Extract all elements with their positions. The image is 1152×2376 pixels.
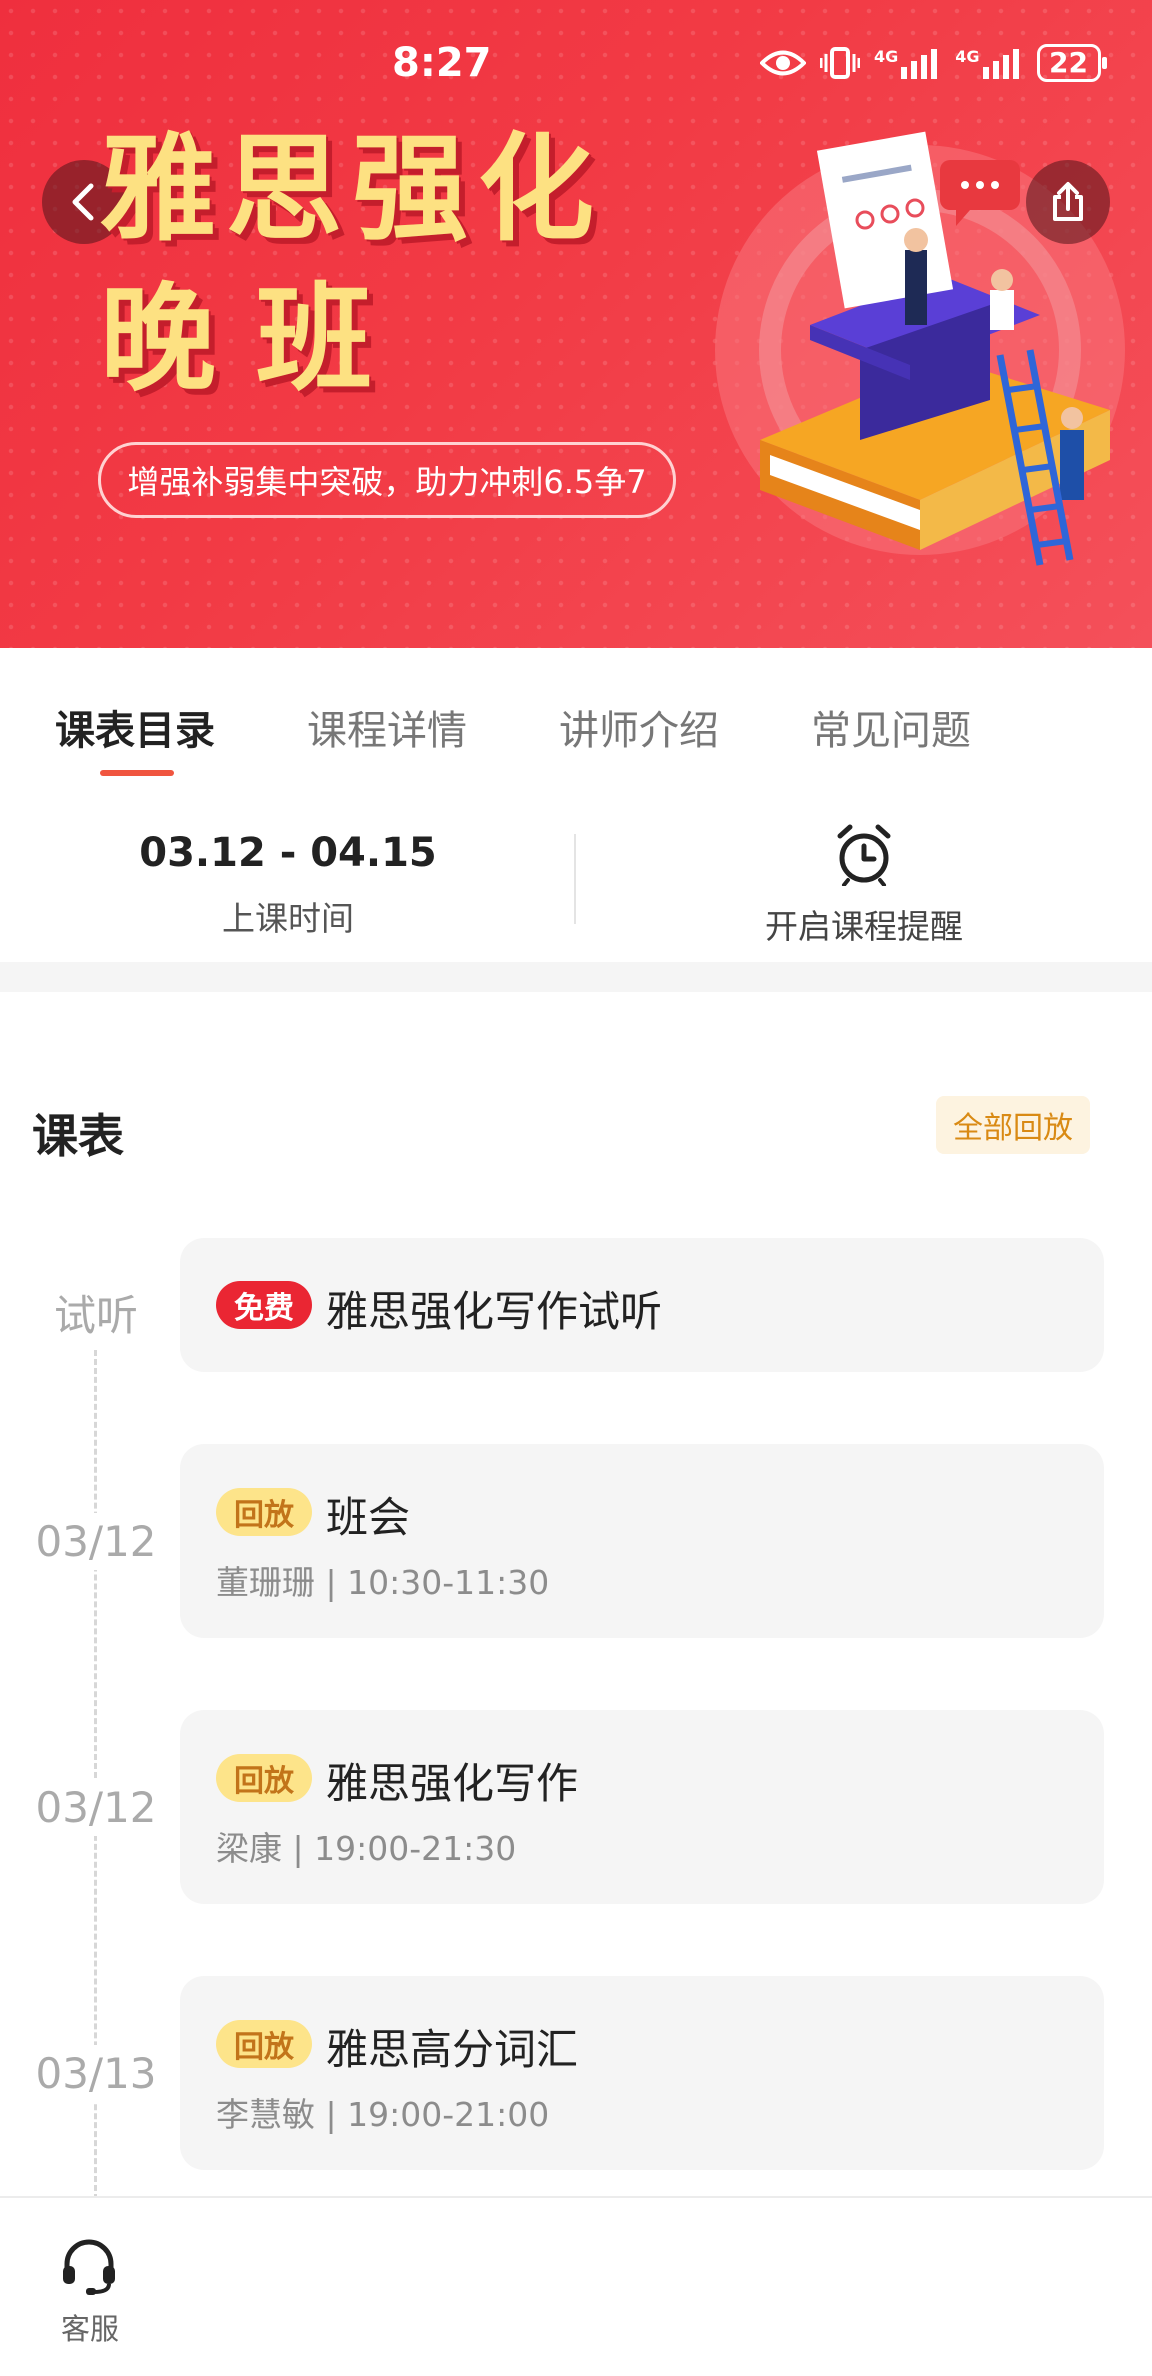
timeline-date: 03/13 bbox=[14, 2045, 178, 2102]
replay-badge: 回放 bbox=[216, 1754, 312, 1802]
vibrate-icon bbox=[820, 47, 860, 79]
lesson-teacher-time: 董珊珊 | 10:30-11:30 bbox=[216, 1563, 550, 1602]
timeline-date: 03/12 bbox=[14, 1779, 178, 1836]
lesson-card[interactable]: 免费 雅思强化写作试听 bbox=[180, 1238, 1104, 1372]
share-button[interactable] bbox=[1026, 160, 1110, 244]
bottom-bar: 客服 bbox=[0, 2196, 1152, 2376]
customer-service-label[interactable]: 客服 bbox=[40, 2306, 140, 2348]
lesson-teacher-time: 梁康 | 19:00-21:30 bbox=[216, 1829, 517, 1868]
status-time: 8:27 bbox=[392, 40, 492, 86]
banner-title-line2: 晚班 bbox=[100, 272, 412, 407]
replay-badge: 回放 bbox=[216, 2020, 312, 2068]
lesson-title: 雅思高分词汇 bbox=[326, 2025, 579, 2074]
timeline-date: 03/12 bbox=[14, 1513, 178, 1570]
tab-bar: 课表目录 课程详情 讲师介绍 常见问题 bbox=[0, 648, 1152, 778]
section-separator bbox=[0, 962, 1152, 992]
course-date-range: 03.12 - 04.15 bbox=[139, 830, 437, 876]
network-label: 4G bbox=[955, 47, 980, 66]
lesson-card[interactable]: 回放 雅思强化写作 梁康 | 19:00-21:30 bbox=[180, 1710, 1104, 1904]
course-banner: 8:27 4G 4G 22 雅思强化 晚班 增强补弱集中突破，助力冲刺6.5争7 bbox=[0, 0, 1152, 648]
lesson-teacher-time: 李慧敏 | 19:00-21:00 bbox=[216, 2095, 550, 2134]
replay-all-button[interactable]: 全部回放 bbox=[936, 1096, 1090, 1154]
timeline-date: 试听 bbox=[14, 1278, 178, 1347]
signal-bars-icon bbox=[901, 49, 938, 79]
signal-bars-icon bbox=[982, 49, 1019, 79]
banner-title-line1: 雅思强化 bbox=[100, 122, 604, 257]
lesson-title: 雅思强化写作 bbox=[326, 1759, 579, 1808]
status-icons: 4G 4G 22 bbox=[760, 44, 1107, 82]
free-badge: 免费 bbox=[216, 1281, 312, 1329]
lesson-card[interactable]: 回放 班会 董珊珊 | 10:30-11:30 bbox=[180, 1444, 1104, 1638]
lesson-card[interactable]: 回放 雅思高分词汇 李慧敏 | 19:00-21:00 bbox=[180, 1976, 1104, 2170]
banner-tagline: 增强补弱集中突破，助力冲刺6.5争7 bbox=[98, 442, 676, 518]
eye-icon bbox=[760, 50, 806, 76]
share-icon bbox=[1053, 182, 1083, 221]
chevron-left-icon bbox=[72, 183, 94, 221]
active-tab-indicator bbox=[100, 770, 174, 776]
tab-faq[interactable]: 常见问题 bbox=[811, 698, 971, 756]
lesson-title: 雅思强化写作试听 bbox=[326, 1287, 663, 1336]
signal-4g-icon: 4G bbox=[874, 47, 941, 79]
signal-4g-icon: 4G bbox=[955, 47, 1022, 79]
network-label: 4G bbox=[874, 47, 899, 66]
tab-instructors[interactable]: 讲师介绍 bbox=[559, 698, 719, 756]
replay-badge: 回放 bbox=[216, 1488, 312, 1536]
headset-icon[interactable] bbox=[60, 2238, 118, 2296]
course-date-label: 上课时间 bbox=[222, 899, 354, 938]
alarm-clock-icon[interactable] bbox=[834, 822, 894, 886]
tab-schedule[interactable]: 课表目录 bbox=[55, 698, 215, 756]
schedule-title: 课表 bbox=[32, 1109, 124, 1163]
battery-icon: 22 bbox=[1036, 44, 1107, 82]
lesson-title: 班会 bbox=[326, 1493, 411, 1542]
tab-course-details[interactable]: 课程详情 bbox=[307, 698, 467, 756]
course-info: 03.12 - 04.15 上课时间 开启课程提醒 bbox=[0, 800, 1152, 960]
course-reminder-button[interactable]: 开启课程提醒 bbox=[576, 900, 1152, 948]
